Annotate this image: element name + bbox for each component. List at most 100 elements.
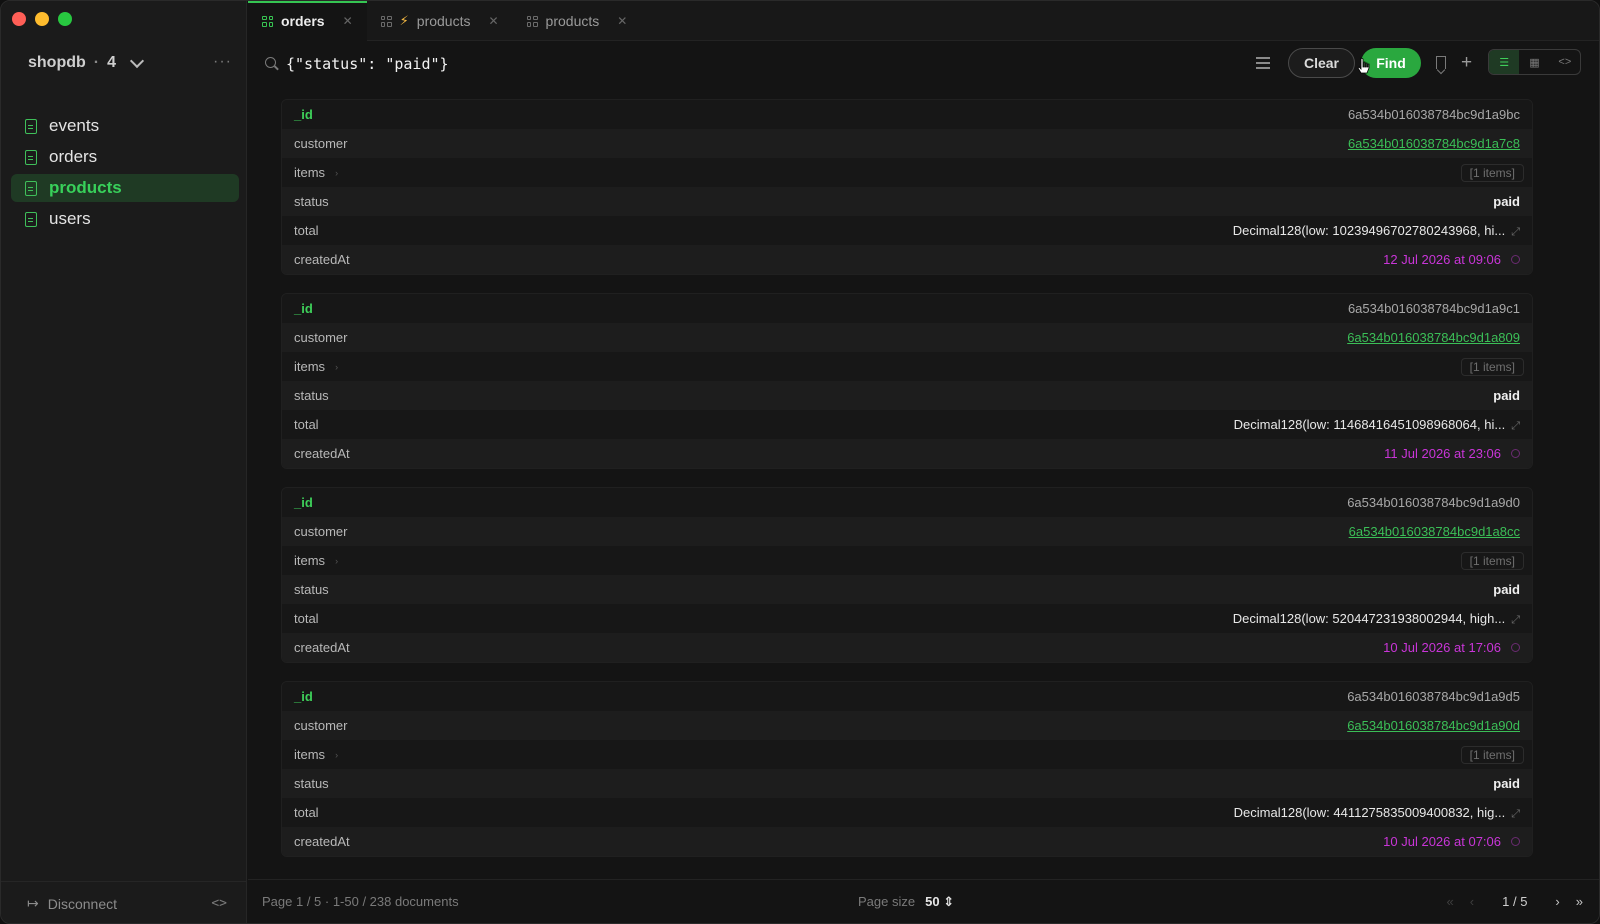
table-view-icon[interactable]: ▦ (1519, 50, 1549, 74)
page-indicator: 1 / 5 (1502, 894, 1528, 909)
field-value-wrap: 10 Jul 2026 at 17:06 (1383, 640, 1520, 655)
field-key: createdAt (294, 252, 350, 267)
field-value: 6a534b016038784bc9d1a9d5 (1347, 689, 1520, 704)
field-value: Decimal128(low: 520447231938002944, high… (1232, 610, 1506, 626)
field-value: 10 Jul 2026 at 07:06 (1383, 834, 1501, 849)
bookmark-icon[interactable] (1436, 56, 1446, 69)
expand-icon[interactable]: ⤢ (1511, 226, 1520, 238)
logout-icon: ↦ (27, 895, 39, 911)
field-value: paid (1493, 582, 1520, 597)
sidebar-item-label: events (49, 116, 100, 135)
field-key: _id (294, 107, 313, 122)
first-page-icon[interactable]: « (1447, 894, 1454, 909)
field-key: customer (294, 136, 348, 151)
customer-link[interactable]: 6a534b016038784bc9d1a7c8 (1348, 136, 1520, 151)
query-bar: Clear Find + ☰ ▦ <> (248, 41, 1599, 88)
document-card: _id 6a534b016038784bc9d1a9c1 customer 6a… (281, 293, 1533, 469)
field-row-total: total Decimal128(low: 520447231938002944… (282, 604, 1532, 633)
page-size-value: 50 (925, 893, 940, 909)
query-input[interactable] (286, 51, 1186, 77)
sidebar-item-users[interactable]: users (11, 205, 239, 233)
document-card: _id 6a534b016038784bc9d1a9d5 customer 6a… (281, 681, 1533, 857)
disconnect-button[interactable]: ↦ Disconnect (27, 895, 117, 912)
field-key: createdAt (294, 834, 350, 849)
tab-orders[interactable]: orders ✕ (248, 1, 367, 41)
grid-icon (380, 15, 392, 27)
close-icon[interactable]: ✕ (617, 14, 627, 28)
field-row-items[interactable]: items › [1 items] (282, 352, 1532, 381)
customer-link[interactable]: 6a534b016038784bc9d1a8cc (1349, 524, 1520, 539)
document-card: _id 6a534b016038784bc9d1a9d0 customer 6a… (281, 487, 1533, 663)
field-key: items › (294, 553, 338, 568)
field-row-createdAt: createdAt 10 Jul 2026 at 17:06 (282, 633, 1532, 662)
field-key: status (294, 194, 329, 209)
caret-right-icon[interactable]: › (335, 556, 338, 566)
close-icon[interactable]: ✕ (488, 14, 498, 28)
window-controls (12, 12, 72, 26)
json-view-icon[interactable]: <> (1550, 50, 1580, 74)
clock-icon (1511, 255, 1520, 264)
field-row-createdAt: createdAt 12 Jul 2026 at 09:06 (282, 245, 1532, 274)
caret-right-icon[interactable]: › (335, 168, 338, 178)
field-row-customer: customer 6a534b016038784bc9d1a90d (282, 711, 1532, 740)
code-icon[interactable]: <> (211, 896, 227, 911)
field-value: 11 Jul 2026 at 23:06 (1384, 446, 1501, 461)
sidebar-item-orders[interactable]: orders (11, 143, 239, 171)
collection-list: events orders products users (11, 112, 239, 236)
prev-page-icon[interactable]: ‹ (1470, 894, 1474, 909)
plus-icon[interactable]: + (1461, 52, 1472, 74)
field-row-customer: customer 6a534b016038784bc9d1a7c8 (282, 129, 1532, 158)
caret-right-icon[interactable]: › (335, 750, 338, 760)
grid-icon (262, 15, 273, 27)
caret-right-icon[interactable]: › (335, 362, 338, 372)
customer-link[interactable]: 6a534b016038784bc9d1a809 (1347, 330, 1520, 345)
filter-options-icon[interactable] (1256, 57, 1270, 71)
zoom-window-button[interactable] (58, 12, 72, 26)
field-row-items[interactable]: items › [1 items] (282, 158, 1532, 187)
close-window-button[interactable] (12, 12, 26, 26)
page-size-select[interactable]: 50 ⇕ (925, 894, 954, 910)
field-value-wrap: Decimal128(low: 4411275835009400832, hig… (1234, 805, 1520, 821)
field-row-customer: customer 6a534b016038784bc9d1a809 (282, 323, 1532, 352)
field-key: status (294, 388, 329, 403)
document-icon (25, 180, 37, 196)
expand-icon[interactable]: ⤢ (1511, 808, 1520, 820)
field-row-createdAt: createdAt 10 Jul 2026 at 07:06 (282, 827, 1532, 856)
sidebar-item-products[interactable]: products (11, 174, 239, 202)
field-row-items[interactable]: items › [1 items] (282, 546, 1532, 575)
minimize-window-button[interactable] (35, 12, 49, 26)
sidebar-item-label: products (49, 178, 122, 197)
last-page-icon[interactable]: » (1576, 894, 1583, 909)
next-page-icon[interactable]: › (1555, 894, 1559, 909)
items-label: items (294, 553, 326, 568)
expand-icon[interactable]: ⤢ (1511, 614, 1520, 626)
items-label: items (294, 359, 326, 374)
clear-button[interactable]: Clear (1288, 48, 1355, 78)
field-row-total: total Decimal128(low: 114684164510989680… (282, 410, 1532, 439)
grid-icon (526, 15, 538, 27)
field-row-status: status paid (282, 187, 1532, 216)
field-key: total (294, 611, 319, 626)
tab-products-query[interactable]: ⚡ products ✕ (367, 1, 513, 41)
database-count: 4 (107, 54, 116, 71)
field-value: paid (1493, 194, 1520, 209)
document-icon (25, 211, 37, 227)
list-view-icon[interactable]: ☰ (1489, 50, 1520, 74)
database-switcher[interactable]: shopdb · 4 (28, 53, 145, 72)
tab-products[interactable]: products ✕ (513, 1, 642, 41)
field-key: items › (294, 165, 338, 180)
field-key: customer (294, 524, 348, 539)
field-key: total (294, 417, 319, 432)
view-mode-toggle: ☰ ▦ <> (1488, 49, 1581, 75)
search-icon (265, 57, 276, 68)
close-icon[interactable]: ✕ (343, 14, 353, 28)
field-value-wrap: Decimal128(low: 520447231938002944, high… (1233, 611, 1520, 627)
expand-icon[interactable]: ⤢ (1511, 420, 1520, 432)
array-count-badge: [1 items] (1460, 163, 1524, 182)
field-key: _id (294, 301, 313, 316)
more-options-icon[interactable]: ··· (213, 53, 232, 71)
updown-icon: ⇕ (943, 893, 955, 909)
field-row-items[interactable]: items › [1 items] (282, 740, 1532, 769)
sidebar-item-events[interactable]: events (11, 112, 239, 140)
customer-link[interactable]: 6a534b016038784bc9d1a90d (1347, 718, 1520, 733)
